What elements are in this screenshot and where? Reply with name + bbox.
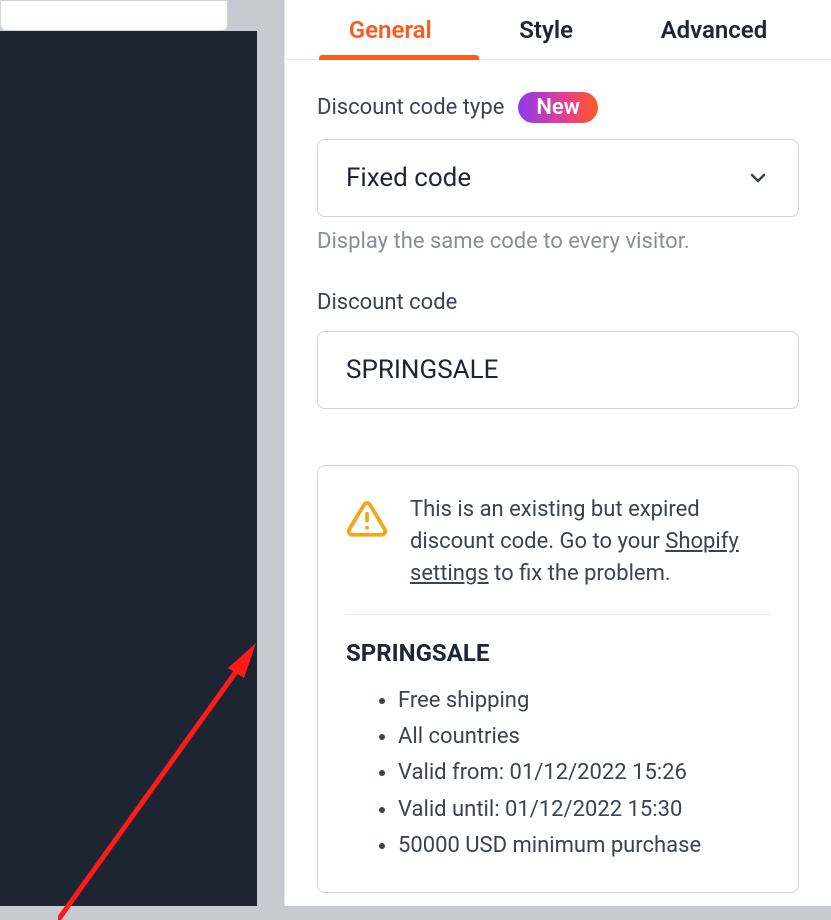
tab-style[interactable]: Style bbox=[509, 16, 583, 44]
discount-type-select[interactable]: Fixed code bbox=[317, 139, 799, 217]
discount-code-title: SPRINGSALE bbox=[346, 639, 770, 667]
chevron-down-icon bbox=[746, 166, 770, 190]
discount-type-value: Fixed code bbox=[346, 163, 471, 193]
discount-alert: This is an existing but expired discount… bbox=[317, 465, 799, 893]
alert-text-after: to fix the problem. bbox=[489, 561, 671, 586]
alert-message: This is an existing but expired discount… bbox=[410, 494, 770, 590]
discount-type-helper: Display the same code to every visitor. bbox=[317, 229, 799, 254]
list-item: Valid until: 01/12/2022 15:30 bbox=[398, 792, 770, 828]
discount-type-label-row: Discount code type New bbox=[317, 92, 799, 123]
discount-code-input[interactable] bbox=[317, 331, 799, 409]
list-item: Free shipping bbox=[398, 683, 770, 719]
tab-general[interactable]: General bbox=[339, 16, 442, 44]
discount-details-list: Free shipping All countries Valid from: … bbox=[346, 683, 770, 864]
tab-active-indicator bbox=[319, 55, 479, 60]
alert-text-before: This is an existing but expired discount… bbox=[410, 497, 700, 554]
tab-content: Discount code type New Fixed code Displa… bbox=[285, 60, 831, 893]
list-item: Valid from: 01/12/2022 15:26 bbox=[398, 755, 770, 791]
preview-area bbox=[0, 31, 257, 906]
settings-panel: General Style Advanced Discount code typ… bbox=[284, 0, 831, 906]
preview-corner bbox=[0, 0, 228, 31]
tab-advanced[interactable]: Advanced bbox=[651, 16, 778, 44]
tab-bar: General Style Advanced bbox=[285, 0, 831, 60]
warning-icon bbox=[346, 498, 388, 540]
new-badge: New bbox=[518, 92, 598, 123]
discount-type-label: Discount code type bbox=[317, 95, 504, 120]
discount-code-label: Discount code bbox=[317, 290, 799, 315]
list-item: 50000 USD minimum purchase bbox=[398, 828, 770, 864]
list-item: All countries bbox=[398, 719, 770, 755]
